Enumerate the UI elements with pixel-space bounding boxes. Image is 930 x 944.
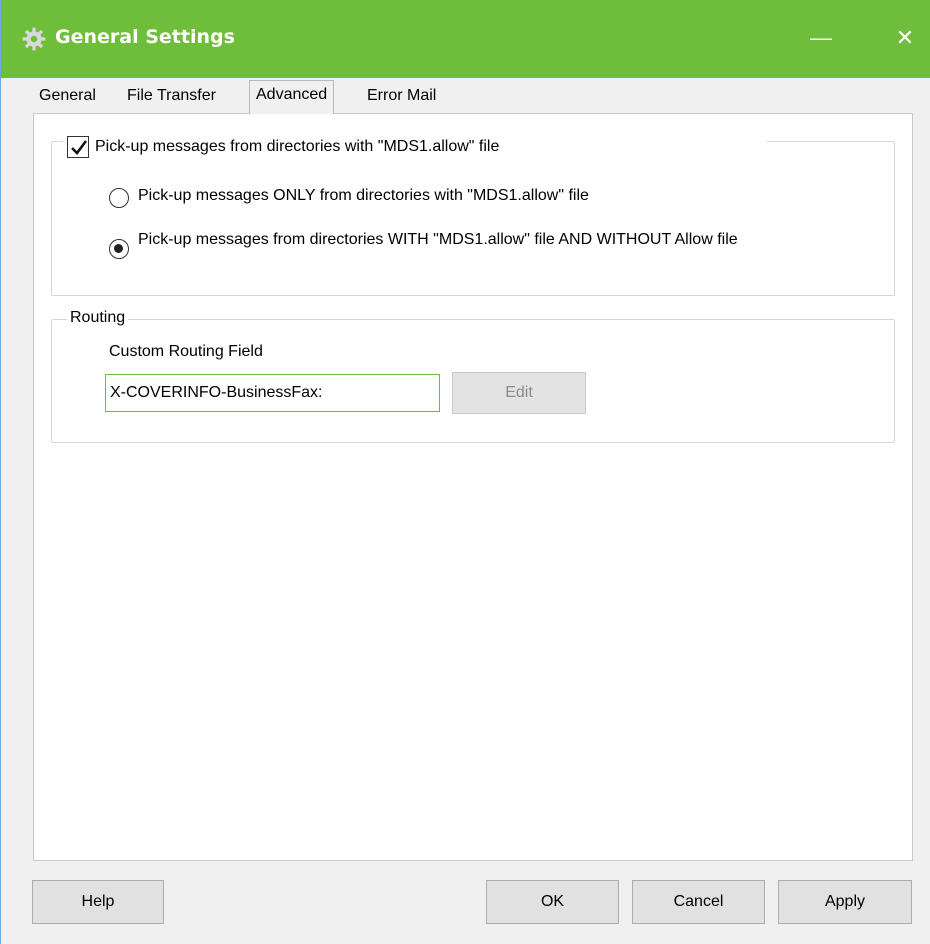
- edit-button[interactable]: Edit: [452, 372, 586, 414]
- radio-with-and-without[interactable]: [109, 239, 129, 259]
- close-button[interactable]: ✕: [881, 18, 929, 58]
- gear-icon: [22, 27, 46, 51]
- custom-routing-field-label: Custom Routing Field: [109, 343, 263, 360]
- cancel-button[interactable]: Cancel: [632, 880, 765, 924]
- general-settings-dialog: General Settings — ✕ General File Transf…: [0, 0, 930, 944]
- tab-advanced[interactable]: Advanced: [249, 80, 335, 114]
- minimize-button[interactable]: —: [797, 18, 845, 58]
- radio-only-allow[interactable]: [109, 188, 129, 208]
- radio-only-allow-label: Pick-up messages ONLY from directories w…: [138, 187, 589, 204]
- radio-with-and-without-label: Pick-up messages from directories WITH "…: [138, 231, 738, 248]
- radio-only-allow-row[interactable]: Pick-up messages ONLY from directories w…: [109, 187, 848, 208]
- window-title: General Settings: [55, 26, 235, 48]
- tab-file-transfer[interactable]: File Transfer: [121, 82, 222, 114]
- apply-button[interactable]: Apply: [778, 880, 912, 924]
- checkmark-icon: [71, 140, 88, 155]
- tab-error-mail[interactable]: Error Mail: [361, 82, 442, 114]
- pickup-checkbox-label: Pick-up messages from directories with "…: [95, 138, 500, 155]
- pickup-checkbox-row[interactable]: Pick-up messages from directories with "…: [63, 130, 767, 164]
- title-bar[interactable]: General Settings — ✕: [1, 0, 930, 78]
- help-button[interactable]: Help: [32, 880, 164, 924]
- pickup-groupbox: [51, 141, 895, 296]
- radio-with-and-without-row[interactable]: Pick-up messages from directories WITH "…: [109, 231, 848, 259]
- tab-general[interactable]: General: [33, 82, 102, 114]
- ok-button[interactable]: OK: [486, 880, 619, 924]
- custom-routing-field-input[interactable]: [105, 374, 440, 412]
- pickup-checkbox[interactable]: [67, 136, 89, 158]
- routing-group-label: Routing: [67, 309, 129, 327]
